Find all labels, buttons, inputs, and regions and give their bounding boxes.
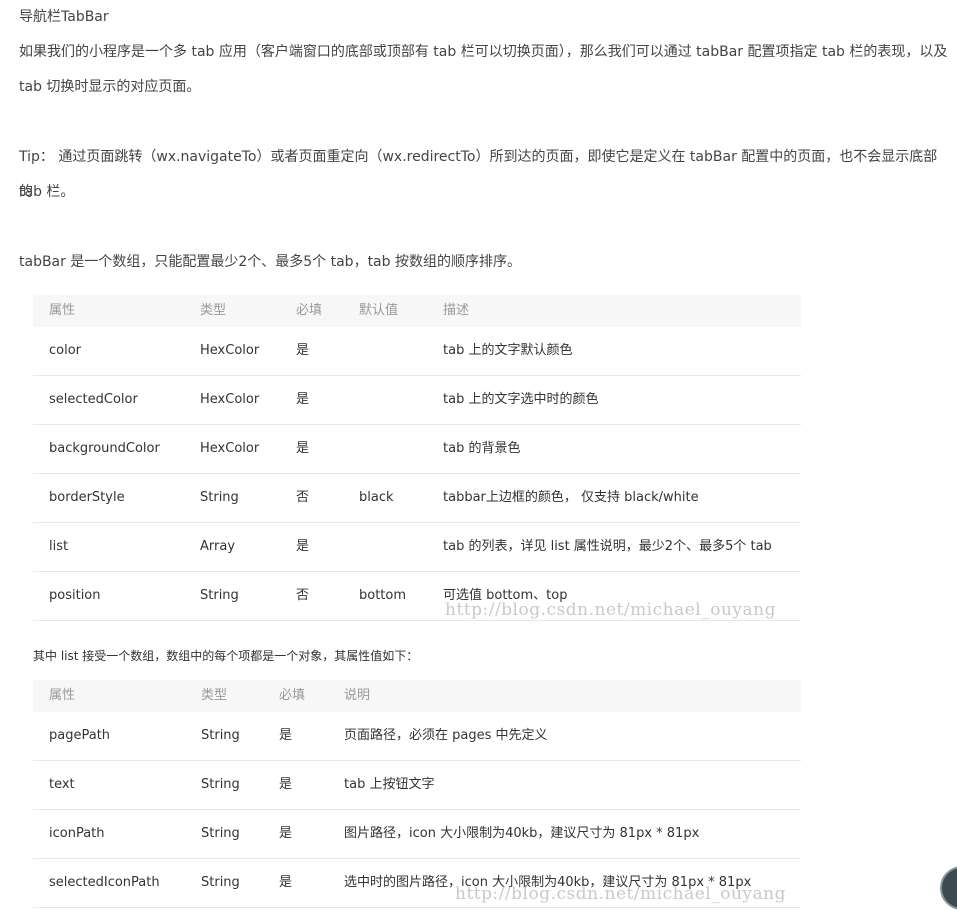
header-cell: 描述 <box>443 303 470 318</box>
table-cell: color <box>49 343 82 358</box>
table-cell: iconPath <box>49 826 105 841</box>
table-row: borderStyle String 否 black tabbar上边框的颜色，… <box>33 474 801 523</box>
tip-line-2: tab 栏。 <box>19 184 75 200</box>
array-note: tabBar 是一个数组，只能配置最少2个、最多5个 tab，tab 按数组的顺… <box>19 254 521 270</box>
table-cell: backgroundColor <box>49 441 160 456</box>
header-cell: 说明 <box>344 688 371 703</box>
table-cell: 是 <box>279 875 293 890</box>
table-cell: tabbar上边框的颜色， 仅支持 black/white <box>443 490 699 505</box>
table-cell: 是 <box>296 539 310 554</box>
table-cell: HexColor <box>200 343 260 358</box>
heading: 导航栏TabBar <box>19 9 109 25</box>
header-cell: 属性 <box>49 303 76 318</box>
watermark: http://blog.csdn.net/michael_ouyang <box>455 884 786 904</box>
table-cell: HexColor <box>200 392 260 407</box>
header-cell: 必填 <box>279 688 306 703</box>
table-cell: String <box>201 777 240 792</box>
table-cell: 是 <box>296 441 310 456</box>
table-header-row: 属性 类型 必填 默认值 描述 <box>33 295 801 327</box>
watermark: http://blog.csdn.net/michael_ouyang <box>445 600 776 620</box>
table-row: backgroundColor HexColor 是 tab 的背景色 <box>33 425 801 474</box>
table-cell: 否 <box>296 490 310 505</box>
list-note: 其中 list 接受一个数组，数组中的每个项都是一个对象，其属性值如下： <box>33 649 419 663</box>
tabbar-properties-table: 属性 类型 必填 默认值 描述 color HexColor 是 tab 上的文… <box>33 295 801 621</box>
header-cell: 类型 <box>201 688 228 703</box>
header-cell: 必填 <box>296 303 323 318</box>
header-cell: 属性 <box>49 688 76 703</box>
table-cell: 页面路径，必须在 pages 中先定义 <box>344 728 548 743</box>
table-cell: tab 上的文字默认颜色 <box>443 343 573 358</box>
table-cell: 是 <box>296 392 310 407</box>
table-cell: bottom <box>359 588 407 603</box>
table-cell: 图片路径，icon 大小限制为40kb，建议尺寸为 81px * 81px <box>344 826 700 841</box>
intro-line-2: tab 切换时显示的对应页面。 <box>19 79 201 95</box>
table-cell: 是 <box>279 777 293 792</box>
table-cell: String <box>201 728 240 743</box>
table-cell: 是 <box>279 728 293 743</box>
table-cell: String <box>200 490 239 505</box>
table-cell: String <box>200 588 239 603</box>
table-cell: tab 上的文字选中时的颜色 <box>443 392 599 407</box>
table-cell: 是 <box>279 826 293 841</box>
intro-line-1: 如果我们的小程序是一个多 tab 应用（客户端窗口的底部或顶部有 tab 栏可以… <box>19 44 948 60</box>
header-cell: 类型 <box>200 303 227 318</box>
table-cell: list <box>49 539 69 554</box>
table-cell: Array <box>200 539 236 554</box>
table-row: text String 是 tab 上按钮文字 <box>33 761 801 810</box>
table-cell: 否 <box>296 588 310 603</box>
table-row: pagePath String 是 页面路径，必须在 pages 中先定义 <box>33 712 801 761</box>
table-cell: selectedIconPath <box>49 875 160 890</box>
table-cell: borderStyle <box>49 490 125 505</box>
table-cell: black <box>359 490 394 505</box>
table-row: color HexColor 是 tab 上的文字默认颜色 <box>33 327 801 376</box>
table-row: iconPath String 是 图片路径，icon 大小限制为40kb，建议… <box>33 810 801 859</box>
table-cell: selectedColor <box>49 392 138 407</box>
table-cell: String <box>201 826 240 841</box>
table-header-row: 属性 类型 必填 说明 <box>33 680 801 712</box>
table-row: selectedColor HexColor 是 tab 上的文字选中时的颜色 <box>33 376 801 425</box>
table-row: list Array 是 tab 的列表，详见 list 属性说明，最少2个、最… <box>33 523 801 572</box>
table-cell: 是 <box>296 343 310 358</box>
table-cell: pagePath <box>49 728 111 743</box>
table-cell: tab 上按钮文字 <box>344 777 435 792</box>
table-cell: position <box>49 588 101 603</box>
list-properties-table: 属性 类型 必填 说明 pagePath String 是 页面路径，必须在 p… <box>33 680 801 908</box>
header-cell: 默认值 <box>359 303 399 318</box>
floating-avatar-icon[interactable] <box>940 866 957 910</box>
table-cell: tab 的背景色 <box>443 441 521 456</box>
table-cell: String <box>201 875 240 890</box>
table-cell: HexColor <box>200 441 260 456</box>
table-cell: tab 的列表，详见 list 属性说明，最少2个、最多5个 tab <box>443 539 772 554</box>
table-cell: text <box>49 777 75 792</box>
